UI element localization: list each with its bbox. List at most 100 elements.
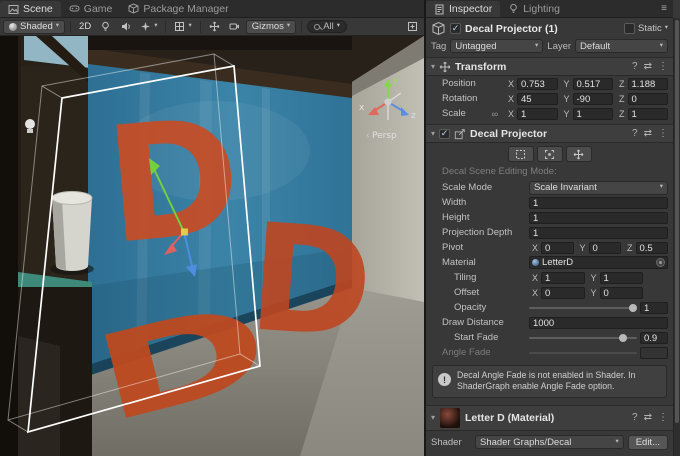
menu-icon[interactable]: ⋮ bbox=[658, 412, 668, 423]
scale-z-field[interactable]: 1 bbox=[628, 108, 668, 120]
decal-edit-box-button[interactable] bbox=[508, 146, 534, 162]
grid-visibility-dropdown[interactable]: ▾ bbox=[171, 20, 194, 34]
foldout-icon[interactable]: ▾ bbox=[431, 413, 435, 422]
y-axis-label: Y bbox=[564, 109, 570, 119]
shader-dropdown[interactable]: Shader Graphs/Decal ▾ bbox=[475, 435, 624, 449]
shader-edit-button[interactable]: Edit... bbox=[628, 435, 668, 450]
position-x-field[interactable]: 0.753 bbox=[517, 78, 557, 90]
presets-icon[interactable]: ⇄ bbox=[644, 412, 652, 423]
rotation-y-field[interactable]: -90 bbox=[573, 93, 613, 105]
help-box: ! Decal Angle Fade is not enabled in Sha… bbox=[432, 365, 667, 398]
opacity-field[interactable]: 1 bbox=[640, 302, 668, 314]
chevron-down-icon[interactable]: ▾ bbox=[665, 25, 668, 32]
tiling-row: Tiling X1 Y1 bbox=[426, 270, 673, 285]
transform-header[interactable]: ▾ Transform ? ⇄ ⋮ bbox=[426, 57, 673, 76]
tab-package-manager[interactable]: Package Manager bbox=[120, 0, 236, 17]
start-fade-label: Start Fade bbox=[442, 332, 526, 343]
tab-game[interactable]: Game bbox=[61, 0, 121, 17]
scene-search-input[interactable]: All ▾ bbox=[307, 20, 347, 33]
width-label: Width bbox=[442, 197, 526, 208]
2d-toggle[interactable]: 2D bbox=[76, 20, 94, 34]
scale-y-field[interactable]: 1 bbox=[573, 108, 613, 120]
projection-mode-label[interactable]: Persp bbox=[372, 131, 397, 141]
gizmos-dropdown[interactable]: Gizmos ▾ bbox=[246, 20, 296, 34]
offset-y-field[interactable]: 0 bbox=[600, 287, 643, 299]
x-axis-label: X bbox=[508, 109, 514, 119]
start-fade-slider-thumb[interactable] bbox=[619, 334, 627, 342]
presets-icon[interactable]: ⇄ bbox=[644, 128, 652, 139]
start-fade-slider[interactable] bbox=[529, 332, 637, 344]
menu-icon[interactable]: ⋮ bbox=[658, 61, 668, 72]
position-row: Position X0.753 Y0.517 Z1.188 bbox=[426, 76, 673, 91]
scene-effects-dropdown[interactable]: ▾ bbox=[137, 20, 160, 34]
menu-icon[interactable]: ⋮ bbox=[658, 128, 668, 139]
pivot-y-field[interactable]: 0 bbox=[589, 242, 621, 254]
draw-distance-row: Draw Distance 1000 bbox=[426, 315, 673, 330]
constrain-proportions-icon[interactable]: ∞ bbox=[492, 109, 498, 119]
help-icon[interactable]: ? bbox=[632, 61, 638, 72]
start-fade-field[interactable]: 0.9 bbox=[640, 332, 668, 344]
rotation-x-field[interactable]: 45 bbox=[517, 93, 557, 105]
angle-fade-row: Angle Fade bbox=[426, 345, 673, 360]
help-icon[interactable]: ? bbox=[632, 412, 638, 423]
offset-x-field[interactable]: 0 bbox=[541, 287, 584, 299]
material-preview-thumbnail[interactable] bbox=[440, 408, 460, 428]
inspector-scrollbar[interactable] bbox=[673, 18, 680, 456]
z-axis-label: Z bbox=[627, 243, 633, 253]
rotation-z-field[interactable]: 0 bbox=[628, 93, 668, 105]
foldout-icon[interactable]: ▾ bbox=[431, 129, 435, 138]
tag-layer-row: Tag Untagged ▾ Layer Default ▾ bbox=[426, 38, 673, 57]
decal-edit-crop-button[interactable] bbox=[537, 146, 563, 162]
scene-3d-render: D D D bbox=[0, 36, 424, 456]
draw-mode-dropdown[interactable]: Shaded ▾ bbox=[3, 20, 65, 34]
material-name: LetterD bbox=[542, 257, 573, 268]
chevron-down-icon: ▾ bbox=[337, 23, 340, 30]
scene-viewport[interactable]: D D D bbox=[0, 36, 424, 456]
axis-z-label: z bbox=[411, 111, 416, 121]
scene-lighting-toggle[interactable] bbox=[97, 20, 114, 34]
object-name[interactable]: Decal Projector (1) bbox=[465, 23, 620, 35]
scale-mode-dropdown[interactable]: Scale Invariant ▾ bbox=[529, 181, 668, 195]
position-y-field[interactable]: 0.517 bbox=[573, 78, 613, 90]
scene-toolbar: Shaded ▾ 2D ▾ ▾ Gizmos ▾ All ▾ bbox=[0, 18, 424, 36]
position-z-field[interactable]: 1.188 bbox=[628, 78, 668, 90]
foldout-icon[interactable]: ▾ bbox=[431, 62, 435, 71]
tab-lighting[interactable]: Lighting bbox=[500, 0, 568, 17]
toolbar-separator bbox=[301, 21, 302, 33]
tag-dropdown[interactable]: Untagged ▾ bbox=[450, 39, 543, 53]
projection-depth-field[interactable]: 1 bbox=[529, 227, 668, 239]
component-enabled-checkbox[interactable]: ✓ bbox=[439, 129, 450, 139]
tab-scene[interactable]: Scene bbox=[0, 1, 61, 17]
pivot-x-field[interactable]: 0 bbox=[541, 242, 573, 254]
overlays-button[interactable] bbox=[404, 20, 421, 34]
opacity-slider-thumb[interactable] bbox=[629, 304, 637, 312]
material-header[interactable]: ▾ Letter D (Material) ? ⇄ ⋮ bbox=[426, 405, 673, 431]
tab-inspector[interactable]: Inspector bbox=[426, 1, 500, 17]
scrollbar-thumb[interactable] bbox=[675, 20, 679, 423]
scale-x-field[interactable]: 1 bbox=[517, 108, 557, 120]
height-field[interactable]: 1 bbox=[529, 212, 668, 224]
draw-distance-field[interactable]: 1000 bbox=[529, 317, 668, 329]
active-checkbox[interactable]: ✓ bbox=[450, 23, 461, 34]
scene-tabbar: Scene Game Package Manager bbox=[0, 0, 424, 18]
material-title: Letter D (Material) bbox=[465, 412, 627, 424]
presets-icon[interactable]: ⇄ bbox=[644, 61, 652, 72]
opacity-slider[interactable] bbox=[529, 302, 637, 314]
static-checkbox[interactable] bbox=[624, 23, 635, 34]
panel-menu-icon[interactable]: ≡ bbox=[655, 3, 673, 14]
width-field[interactable]: 1 bbox=[529, 197, 668, 209]
scene-camera-button[interactable] bbox=[226, 20, 243, 34]
material-object-field[interactable]: LetterD bbox=[529, 256, 668, 269]
pivot-z-field[interactable]: 0.5 bbox=[636, 242, 668, 254]
height-row: Height 1 bbox=[426, 210, 673, 225]
tool-handle-button[interactable] bbox=[206, 20, 223, 34]
decal-edit-pivot-button[interactable] bbox=[566, 146, 592, 162]
tiling-y-field[interactable]: 1 bbox=[600, 272, 643, 284]
tiling-x-field[interactable]: 1 bbox=[541, 272, 584, 284]
layer-dropdown[interactable]: Default ▾ bbox=[575, 39, 668, 53]
inspector-icon bbox=[434, 4, 445, 15]
object-picker-icon[interactable] bbox=[656, 258, 665, 267]
help-icon[interactable]: ? bbox=[632, 128, 638, 139]
decal-projector-header[interactable]: ▾ ✓ Decal Projector ? ⇄ ⋮ bbox=[426, 124, 673, 143]
scene-audio-toggle[interactable] bbox=[117, 20, 134, 34]
